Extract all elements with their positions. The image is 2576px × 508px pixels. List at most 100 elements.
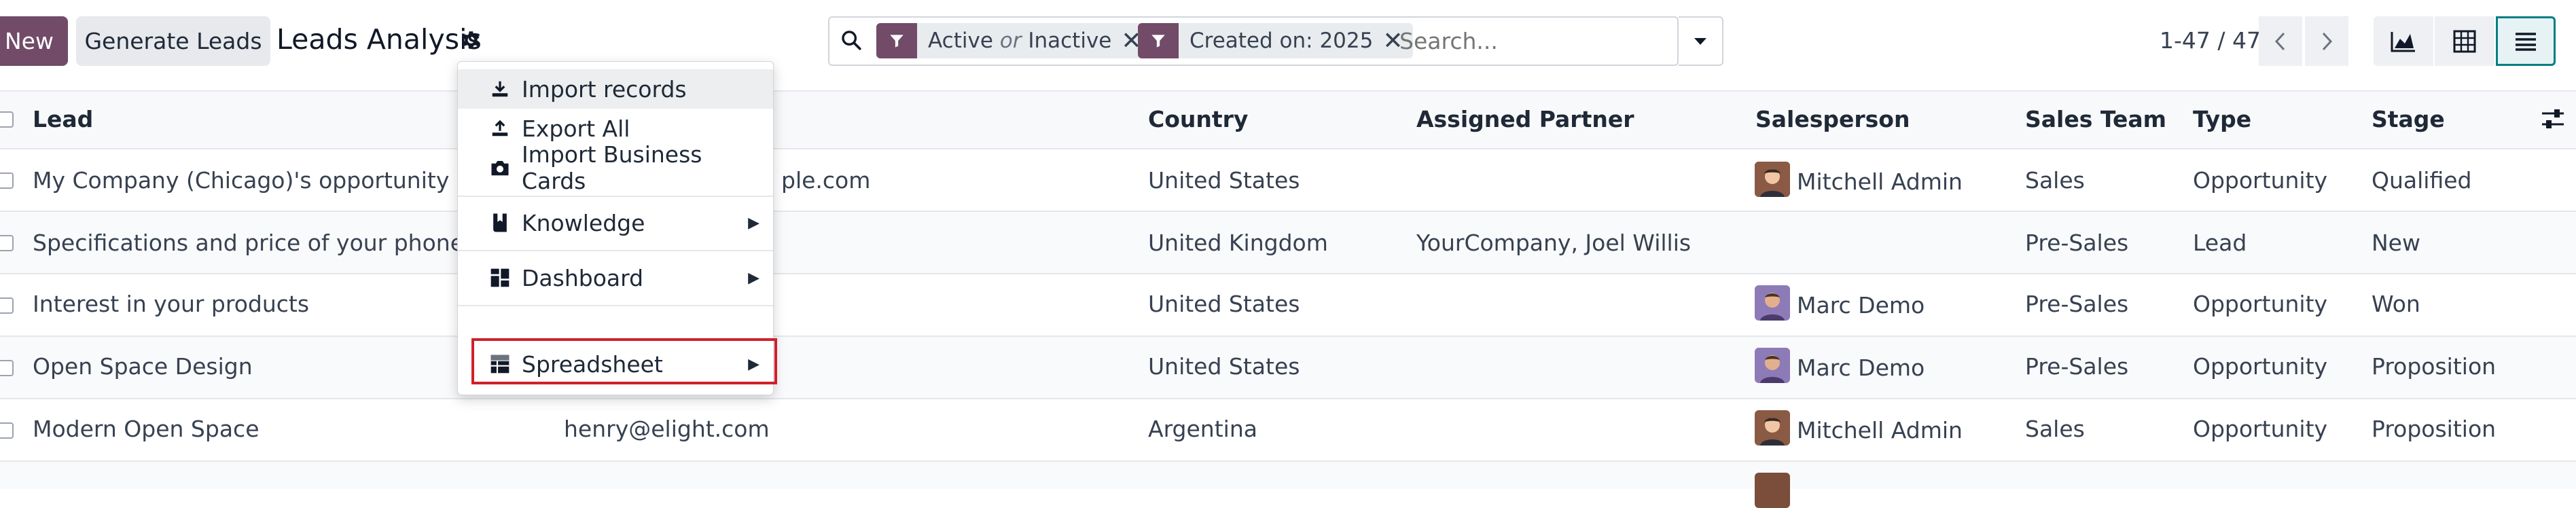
- cell-sales-team: Pre-Sales: [2025, 291, 2129, 317]
- avatar: [1755, 473, 1790, 508]
- pivot-view-button[interactable]: [2435, 16, 2494, 66]
- cell-type: Opportunity: [2193, 416, 2328, 442]
- cell-lead: Specifications and price of your phones: [33, 230, 476, 256]
- avatar: [1755, 285, 1790, 321]
- column-stage[interactable]: Stage: [2372, 106, 2445, 132]
- avatar: [1755, 410, 1790, 446]
- bookmark-book-icon: [486, 212, 514, 234]
- menu-item-dashboard[interactable]: Dashboard ▶: [458, 257, 773, 298]
- cell-email: henry@elight.com: [564, 416, 770, 442]
- menu-divider: [458, 250, 773, 251]
- caret-right-icon: ▶: [748, 269, 759, 287]
- cell-salesperson: Mitchell Admin: [1797, 417, 1963, 443]
- cell-lead: Open Space Design: [33, 353, 253, 380]
- pager-value[interactable]: 1-47 / 47: [2160, 27, 2261, 54]
- column-assigned-partner[interactable]: Assigned Partner: [1416, 106, 1634, 132]
- cell-stage: Proposition: [2372, 353, 2497, 380]
- cell-country: United States: [1148, 167, 1300, 194]
- select-all-checkbox[interactable]: [0, 111, 14, 128]
- filter-icon: [1138, 23, 1179, 58]
- facet-value-active: Active: [928, 29, 993, 53]
- pager-next-button[interactable]: [2305, 16, 2348, 66]
- optional-columns-icon[interactable]: [2541, 107, 2565, 133]
- table-row[interactable]: [0, 462, 2576, 489]
- facet-value-created: Created on: 2025: [1189, 29, 1374, 53]
- filter-facet-created: Created on: 2025 ✕: [1138, 23, 1413, 58]
- column-type[interactable]: Type: [2193, 106, 2251, 132]
- cell-salesperson: Marc Demo: [1797, 292, 1925, 319]
- cell-salesperson: Marc Demo: [1797, 355, 1925, 381]
- filter-facet-active: Active or Inactive ✕: [876, 23, 1151, 58]
- cell-type: Opportunity: [2193, 167, 2328, 194]
- menu-item-knowledge[interactable]: Knowledge ▶: [458, 202, 773, 243]
- row-checkbox[interactable]: [0, 360, 14, 376]
- cell-lead: Interest in your products: [33, 291, 310, 317]
- cell-country: United Kingdom: [1148, 230, 1328, 256]
- column-lead[interactable]: Lead: [33, 106, 93, 132]
- new-button[interactable]: New: [0, 16, 68, 66]
- gear-icon[interactable]: [459, 29, 482, 52]
- cell-sales-team: Sales: [2025, 167, 2085, 194]
- cell-sales-team: Pre-Sales: [2025, 353, 2129, 380]
- filter-icon: [876, 23, 917, 58]
- page-title: Leads Analysis: [276, 23, 482, 56]
- cell-sales-team: Pre-Sales: [2025, 230, 2129, 256]
- camera-icon: [486, 158, 514, 177]
- row-checkbox[interactable]: [0, 173, 14, 189]
- download-icon: [486, 79, 514, 99]
- row-checkbox[interactable]: [0, 297, 14, 314]
- table-icon: [2453, 30, 2476, 52]
- table-header: [0, 90, 2576, 149]
- cell-lead: My Company (Chicago)'s opportunity: [33, 167, 450, 194]
- cell-stage: New: [2372, 230, 2420, 256]
- menu-label: Import Business Cards: [521, 141, 702, 194]
- menu-label: Knowledge: [522, 209, 645, 236]
- cell-type: Lead: [2193, 230, 2247, 256]
- cell-type: Opportunity: [2193, 353, 2328, 380]
- column-sales-team[interactable]: Sales Team: [2025, 106, 2166, 132]
- menu-label: Export All: [522, 115, 630, 142]
- dashboard-icon: [486, 267, 514, 289]
- menu-divider: [458, 196, 773, 197]
- graph-view-button[interactable]: [2374, 16, 2433, 66]
- area-chart-icon: [2391, 31, 2415, 52]
- spreadsheet-highlight-box: [471, 338, 777, 384]
- column-salesperson[interactable]: Salesperson: [1755, 106, 1910, 132]
- cell-sales-team: Sales: [2025, 416, 2085, 442]
- upload-icon: [486, 118, 514, 139]
- menu-label: Dashboard: [522, 264, 644, 291]
- cell-country: United States: [1148, 353, 1300, 380]
- menu-item-import-records[interactable]: Import records: [458, 69, 773, 109]
- cell-country: Argentina: [1148, 416, 1257, 442]
- chevron-left-icon: [2274, 32, 2285, 50]
- row-checkbox[interactable]: [0, 235, 14, 251]
- column-country[interactable]: Country: [1148, 106, 1248, 132]
- search-icon[interactable]: [840, 29, 863, 54]
- cell-lead: Modern Open Space: [33, 416, 260, 442]
- cell-stage: Qualified: [2372, 167, 2472, 194]
- search-options-toggle[interactable]: [1679, 16, 1723, 66]
- row-checkbox[interactable]: [0, 422, 14, 439]
- caret-right-icon: ▶: [748, 214, 759, 232]
- search-input[interactable]: [1398, 27, 1672, 55]
- cell-type: Opportunity: [2193, 291, 2328, 317]
- menu-divider: [458, 305, 773, 306]
- avatar: [1755, 162, 1790, 197]
- pager-previous-button[interactable]: [2259, 16, 2302, 66]
- cell-email: ple.com: [781, 167, 871, 194]
- avatar: [1755, 348, 1790, 383]
- facet-or: or: [999, 29, 1022, 53]
- cell-country: United States: [1148, 291, 1300, 317]
- generate-leads-button[interactable]: Generate Leads: [76, 16, 270, 66]
- facet-value-inactive: Inactive: [1028, 29, 1112, 53]
- menu-label: Import records: [522, 75, 687, 103]
- table-row[interactable]: [0, 399, 2576, 462]
- menu-item-import-business-cards[interactable]: Import Business Cards: [458, 141, 773, 194]
- cell-stage: Won: [2372, 291, 2420, 317]
- cell-assigned-partner: YourCompany, Joel Willis: [1416, 230, 1692, 256]
- list-view-button[interactable]: [2496, 16, 2556, 66]
- chevron-right-icon: [2322, 32, 2333, 50]
- cell-stage: Proposition: [2372, 416, 2497, 442]
- cell-salesperson: Mitchell Admin: [1797, 168, 1963, 195]
- list-icon: [2516, 32, 2536, 51]
